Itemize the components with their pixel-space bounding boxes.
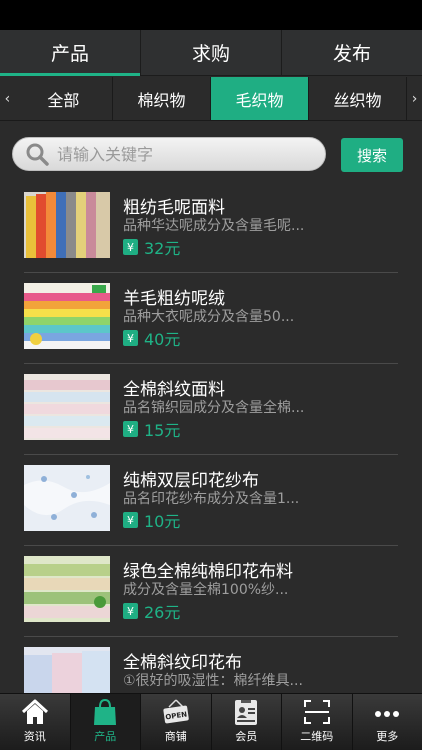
product-thumbnail (24, 192, 110, 258)
list-item[interactable]: 粗纺毛呢面料 品种华达呢成分及含量毛呢... ¥ 32元 (0, 182, 422, 273)
price-value: 15元 (144, 421, 181, 440)
tab-publish-label: 发布 (332, 43, 371, 65)
price-value: 40元 (144, 330, 181, 349)
nav-news[interactable]: 资讯 (0, 694, 71, 750)
search-button[interactable]: 搜索 (341, 138, 403, 172)
product-description: 品名锦织园成分及含量全棉... (123, 400, 305, 416)
list-item[interactable]: 纯棉双层印花纱布 品名印花纱布成分及含量1... ¥ 10元 (0, 455, 422, 546)
category-tab-label: 全部 (47, 90, 80, 110)
list-item[interactable]: 羊毛粗纺呢绒 品种大衣呢成分及含量50... ¥ 40元 (0, 273, 422, 364)
search-field[interactable] (12, 137, 326, 171)
product-thumbnail (24, 283, 110, 349)
nav-label: 二维码 (300, 730, 334, 743)
nav-label: 会员 (235, 730, 258, 743)
tab-products-label: 产品 (50, 43, 89, 65)
tab-purchase-label: 求购 (191, 43, 230, 65)
product-list: 粗纺毛呢面料 品种华达呢成分及含量毛呢... ¥ 32元 羊毛粗纺呢绒 品种大衣 (0, 182, 422, 693)
category-tab-silk[interactable]: 丝织物 (309, 77, 408, 120)
product-description: 品种大衣呢成分及含量50... (123, 309, 295, 325)
yen-icon: ¥ (123, 421, 138, 437)
more-dots-icon (375, 711, 400, 717)
product-description: 品名印花纱布成分及含量1... (123, 491, 300, 507)
tab-purchase[interactable]: 求购 (141, 30, 282, 75)
nav-label: 资讯 (23, 730, 46, 743)
nav-label: 产品 (94, 730, 117, 743)
search-icon (26, 143, 49, 166)
nav-members[interactable]: 会员 (212, 694, 282, 750)
category-tab-bar: ‹ 全部 棉织物 毛织物 丝织物 › (0, 77, 422, 121)
product-price: ¥ 15元 (123, 419, 181, 440)
member-card-icon (235, 700, 258, 725)
tab-publish[interactable]: 发布 (282, 30, 422, 75)
shopping-bag-icon (94, 698, 117, 725)
product-thumbnail (24, 465, 110, 531)
bottom-nav: 资讯 产品 OPEN 商铺 会员 二维码 更多 (0, 693, 422, 750)
product-price: ¥ 40元 (123, 328, 181, 349)
yen-icon: ¥ (123, 603, 138, 619)
yen-icon: ¥ (123, 239, 138, 255)
home-icon (21, 699, 48, 724)
yen-icon: ¥ (123, 512, 138, 528)
open-sign-icon: OPEN (163, 699, 189, 724)
product-description: ①很好的吸湿性：棉纤维具... (123, 673, 303, 689)
list-item[interactable]: 绿色全棉纯棉印花布料 成分及含量全棉100%纱... ¥ 26元 (0, 546, 422, 637)
category-tab-label: 丝织物 (333, 90, 382, 110)
price-value: 32元 (144, 239, 181, 258)
category-tab-label: 棉织物 (137, 90, 186, 110)
nav-label: 商铺 (164, 730, 187, 743)
scroll-left-icon[interactable]: ‹ (0, 77, 15, 120)
yen-icon: ¥ (123, 330, 138, 346)
list-item[interactable]: 全棉斜纹面料 品名锦织园成分及含量全棉... ¥ 15元 (0, 364, 422, 455)
category-tab-wool[interactable]: 毛织物 (210, 77, 310, 120)
nav-label: 更多 (376, 730, 399, 743)
product-description: 成分及含量全棉100%纱... (123, 582, 289, 598)
qr-scan-icon (303, 700, 330, 724)
product-thumbnail (24, 647, 110, 693)
search-input[interactable] (57, 144, 307, 164)
product-price: ¥ 32元 (123, 237, 181, 258)
product-price: ¥ 10元 (123, 510, 181, 531)
nav-products[interactable]: 产品 (70, 694, 141, 750)
product-thumbnail (24, 374, 110, 440)
tab-products[interactable]: 产品 (0, 30, 141, 76)
product-thumbnail (24, 556, 110, 622)
scroll-right-icon[interactable]: › (407, 77, 422, 120)
category-tab-label: 毛织物 (235, 90, 284, 110)
price-value: 26元 (144, 603, 181, 622)
price-value: 10元 (144, 512, 181, 531)
top-tab-bar: 产品 求购 发布 (0, 30, 422, 76)
status-bar (0, 0, 422, 30)
nav-more[interactable]: 更多 (353, 694, 422, 750)
product-price: ¥ 26元 (123, 601, 181, 622)
category-tab-all[interactable]: 全部 (15, 77, 113, 120)
nav-shops[interactable]: OPEN 商铺 (141, 694, 212, 750)
list-item[interactable]: 全棉斜纹印花布 ①很好的吸湿性：棉纤维具... (0, 637, 422, 693)
category-tab-cotton[interactable]: 棉织物 (113, 77, 211, 120)
product-description: 品种华达呢成分及含量毛呢... (123, 218, 305, 234)
search-bar: 搜索 (0, 122, 422, 184)
nav-qrcode[interactable]: 二维码 (282, 694, 353, 750)
